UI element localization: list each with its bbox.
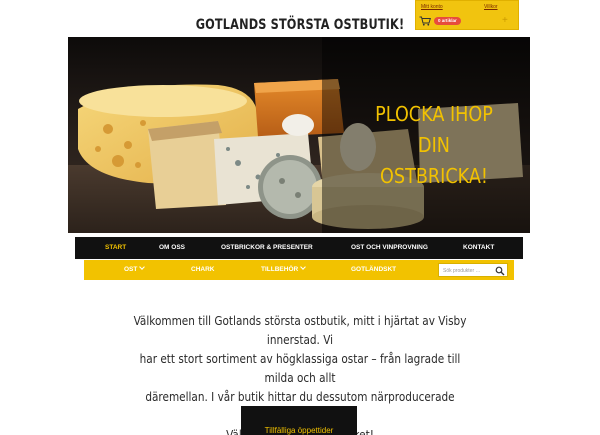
category-item-ost[interactable]: OST xyxy=(124,260,146,280)
hero-banner[interactable]: PLOCKA IHOP DIN OSTBRICKA! xyxy=(68,37,530,233)
product-search xyxy=(438,263,508,277)
terms-link[interactable]: Villkor xyxy=(484,4,498,10)
nav-item-ost-och-vinprovning[interactable]: OST OCH VINPROVNING xyxy=(351,237,428,259)
search-input[interactable] xyxy=(443,266,495,275)
hero-headline: PLOCKA IHOP DIN OSTBRICKA! xyxy=(360,99,508,192)
category-item-chark[interactable]: CHARK xyxy=(191,260,214,280)
hero-headline-line1: PLOCKA IHOP DIN xyxy=(375,102,493,157)
category-item-ost-label: OST xyxy=(124,266,138,273)
category-item-tillbehor-label: TILLBEHÖR xyxy=(261,266,299,273)
nav-item-ostbrickor-presenter[interactable]: OSTBRICKOR & PRESENTER xyxy=(221,237,313,259)
chevron-down-icon xyxy=(300,264,307,270)
welcome-line: har ett stort sortiment av högklassiga o… xyxy=(139,352,461,385)
opening-hours-label: Tillfälliga öppettider xyxy=(264,426,334,435)
chevron-down-icon xyxy=(139,264,146,270)
search-icon[interactable] xyxy=(495,266,505,276)
opening-hours-box[interactable]: Tillfälliga öppettider xyxy=(241,406,357,435)
category-navigation: OST CHARK TILLBEHÖR GOTLÄNDSKT xyxy=(84,260,514,280)
main-navigation: START OM OSS OSTBRICKOR & PRESENTER OST … xyxy=(75,237,523,259)
hero-headline-line2: OSTBRICKA! xyxy=(380,164,488,188)
nav-item-om-oss[interactable]: OM OSS xyxy=(159,237,185,259)
category-item-tillbehor[interactable]: TILLBEHÖR xyxy=(261,260,307,280)
welcome-line: Välkommen till Gotlands största ostbutik… xyxy=(133,314,467,347)
site-title: GOTLANDS STÖRSTA OSTBUTIK! xyxy=(195,17,405,33)
nav-item-start[interactable]: START xyxy=(105,237,126,259)
nav-item-kontakt[interactable]: KONTAKT xyxy=(463,237,494,259)
category-item-gotlandskt[interactable]: GOTLÄNDSKT xyxy=(351,260,396,280)
my-account-link[interactable]: Mitt konto xyxy=(421,4,443,10)
